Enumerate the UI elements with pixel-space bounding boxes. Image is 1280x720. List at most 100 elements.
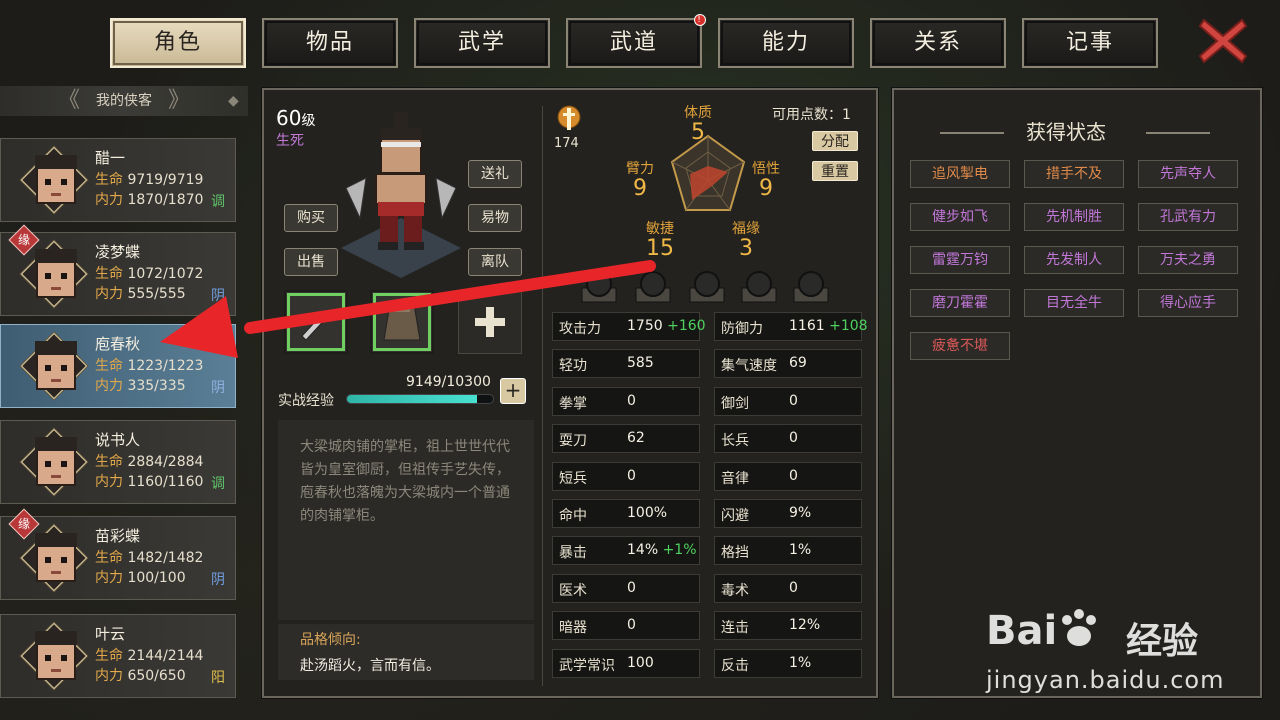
weapon-slot[interactable]: [284, 290, 348, 354]
hp-label: 生命: [95, 648, 123, 664]
stat-value: 0: [627, 393, 636, 409]
available-points: 可用点数：1: [772, 107, 851, 123]
stat-number: 12%: [789, 617, 821, 634]
watermark-url: jingyan.baidu.com: [986, 666, 1225, 694]
alignment-tag: 调: [211, 194, 225, 210]
tab-character[interactable]: 角色: [110, 18, 246, 68]
stat-number: 14%: [627, 542, 659, 559]
stat-number: 0: [627, 579, 636, 596]
roster-header: 《 我的侠客 》 ◆: [0, 86, 248, 116]
stat-value: 0: [627, 617, 636, 633]
stat-label: 命中: [559, 508, 587, 524]
alignment-tag: 阳: [211, 670, 225, 686]
tab-items[interactable]: 物品: [262, 18, 398, 68]
stat-bonus: +160: [667, 318, 706, 334]
character-mp: 内力 1870/1870: [95, 189, 203, 209]
stat-label: 攻击力: [559, 321, 601, 337]
tab-relations[interactable]: 关系: [870, 18, 1006, 68]
stat-number: 100: [627, 654, 654, 671]
stat-label: 武学常识: [559, 657, 615, 674]
tab-abilities[interactable]: 能力: [718, 18, 854, 68]
character-card[interactable]: 缘苗彩蝶 生命 1482/1482 内力 100/100 阴: [0, 508, 236, 600]
personality-text: 赴汤蹈火，言而有信。: [300, 658, 440, 674]
attr-insight: 悟性 9: [752, 158, 780, 200]
buff-tag[interactable]: 万夫之勇: [1138, 246, 1238, 274]
stat-label: 集气速度: [721, 358, 777, 375]
watermark-brand-suffix: 经验: [1126, 621, 1199, 662]
armor-slot[interactable]: [370, 290, 434, 354]
stat-label: 暗器: [559, 620, 587, 637]
attr-constitution-label: 体质: [684, 105, 712, 121]
stat-row: 反击 1%: [714, 648, 862, 678]
orb-socket-icon[interactable]: [686, 266, 728, 308]
buff-tag[interactable]: 先机制胜: [1024, 203, 1124, 231]
stat-number: 0: [789, 392, 798, 409]
orb-socket-icon[interactable]: [790, 266, 832, 308]
hp-value: 2144/2144: [127, 648, 204, 664]
stat-bonus: +1%: [662, 542, 697, 559]
stat-row: 御剑 0: [714, 386, 862, 416]
character-card[interactable]: 庖春秋 生命 1223/1223 内力 335/335 阴: [0, 324, 236, 408]
buff-tag[interactable]: 健步如飞: [910, 203, 1010, 231]
orb-socket-icon[interactable]: [578, 266, 620, 308]
character-card[interactable]: 说书人 生命 2884/2884 内力 1160/1160 调: [0, 420, 236, 504]
buy-button[interactable]: 购买: [284, 204, 338, 232]
accessory-slot[interactable]: [458, 290, 522, 354]
stat-label: 拳掌: [559, 395, 587, 412]
character-card[interactable]: 醋一 生命 9719/9719 内力 1870/1870 调: [0, 138, 236, 222]
hp-value: 1072/1072: [127, 266, 204, 282]
add-experience-button[interactable]: +: [500, 378, 526, 404]
reset-button[interactable]: 重置: [812, 161, 858, 181]
buff-tag[interactable]: 追风掣电: [910, 160, 1010, 188]
orb-socket-icon[interactable]: [738, 266, 780, 308]
tab-journal[interactable]: 记事: [1022, 18, 1158, 68]
paw-icon: [1062, 609, 1097, 646]
buff-tag[interactable]: 磨刀霍霍: [910, 289, 1010, 317]
roster-title: 我的侠客: [96, 93, 152, 109]
buff-tag[interactable]: 雷霆万钧: [910, 246, 1010, 274]
leave-party-button[interactable]: 离队: [468, 248, 522, 276]
tab-martial-path[interactable]: 武道!: [566, 14, 706, 68]
hp-value: 1223/1223: [127, 358, 204, 374]
buff-tag[interactable]: 疲惫不堪: [910, 332, 1010, 360]
trade-button[interactable]: 易物: [468, 204, 522, 232]
buff-tag[interactable]: 孔武有力: [1138, 203, 1238, 231]
gift-button[interactable]: 送礼: [468, 160, 522, 188]
buff-tag[interactable]: 措手不及: [1024, 160, 1124, 188]
character-card[interactable]: 叶云 生命 2144/2144 内力 650/650 阳: [0, 614, 236, 698]
chevron-right-icon[interactable]: 》: [168, 86, 190, 116]
stat-label: 音律: [721, 470, 749, 487]
mp-label: 内力: [95, 378, 123, 394]
fate-badge-label: 缘: [17, 233, 30, 247]
stat-number: 9%: [789, 505, 812, 521]
stat-label: 暴击: [559, 545, 587, 562]
stat-row: 拳掌 0: [552, 386, 700, 416]
character-hp: 生命 2884/2884: [95, 451, 203, 471]
panel-divider: [542, 106, 543, 686]
attr-constitution: 体质 5: [684, 102, 712, 144]
stat-label: 短兵: [559, 470, 587, 487]
close-icon[interactable]: [1196, 14, 1250, 68]
stat-row: 闪避 9%: [714, 499, 862, 528]
stat-row: 长兵 0: [714, 424, 862, 454]
buff-tag[interactable]: 得心应手: [1138, 289, 1238, 317]
stat-number: 1%: [789, 654, 812, 671]
chevron-left-icon[interactable]: 《: [58, 86, 80, 116]
buff-tag[interactable]: 先发制人: [1024, 246, 1124, 274]
stat-number: 0: [789, 430, 798, 447]
buff-tag[interactable]: 目无全牛: [1024, 289, 1124, 317]
personality-title: 品格倾向:: [300, 632, 361, 648]
tab-martial-arts[interactable]: 武学: [414, 18, 550, 68]
experience-bar-fill: [347, 395, 477, 403]
sell-button[interactable]: 出售: [284, 248, 338, 276]
character-mp: 内力 1160/1160: [95, 471, 203, 491]
character-card[interactable]: 缘凌梦蝶 生命 1072/1072 内力 555/555 阴: [0, 224, 236, 316]
alignment-tag: 阴: [211, 288, 225, 304]
buff-tag[interactable]: 先声夺人: [1138, 160, 1238, 188]
alert-badge: !: [694, 14, 706, 26]
tab-martial-path-label: 武道: [609, 30, 658, 55]
stat-row: 连击 12%: [714, 611, 862, 641]
orb-socket-icon[interactable]: [632, 266, 674, 308]
stat-row: 短兵 0: [552, 461, 700, 491]
allocate-button[interactable]: 分配: [812, 131, 858, 151]
